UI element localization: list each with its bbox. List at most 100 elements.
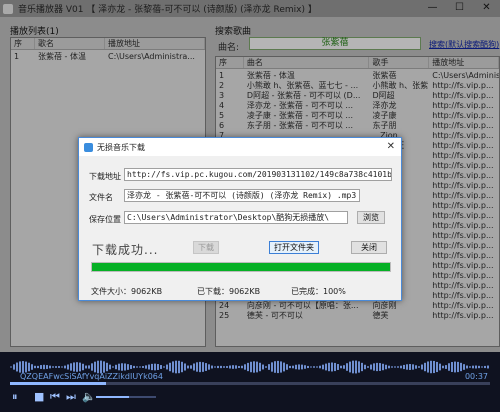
search-result-cell: 2 (219, 81, 225, 90)
waveform-bar (427, 361, 429, 373)
download-button[interactable]: 下载 (193, 241, 219, 254)
waveform-bar (211, 365, 213, 369)
search-result-row[interactable]: 5 凌子康 - 张紫蓓 - 可不可以 ... 凌子康 http://fs.vip.p.… (216, 111, 499, 121)
volume-slider[interactable] (96, 396, 156, 398)
search-result-cell: 凌子康 - 张紫蓓 - 可不可以 ... (246, 111, 354, 120)
search-result-cell: http://fs.vip.p... (432, 281, 494, 290)
waveform-bar (451, 362, 453, 372)
playlist-cell: C:\Users\Administra... (108, 52, 195, 61)
search-col-index[interactable]: 序 (216, 57, 244, 68)
playlist-cell: 张紫蓓 - 体温 (38, 52, 86, 61)
waveform-bar (91, 363, 93, 371)
playlist-col-index[interactable]: 序 (11, 38, 35, 49)
maximize-button[interactable]: ☐ (446, 0, 473, 17)
search-result-row[interactable]: 1 张紫蓓 - 体温 张紫蓓 C:\Users\Administra... (216, 71, 499, 81)
stop-icon[interactable]: ■ (34, 390, 44, 403)
search-result-row[interactable]: 4 泽亦龙 - 张紫蓓 - 可不可以 ... 泽亦龙 http://fs.vip.p.… (216, 101, 499, 111)
waveform-bar (217, 365, 219, 369)
search-result-cell: 小熊敢 h、张紫蓓、蓝七七 - ... (246, 81, 359, 90)
waveform-bar (268, 364, 270, 370)
filename-field[interactable]: 泽亦龙 - 张紫蓓-可不可以 (诗颜版) (泽亦龙 Remix) .mp3 (124, 189, 360, 202)
waveform-bar (256, 361, 258, 373)
seek-bar[interactable] (10, 382, 490, 385)
waveform-bar (475, 365, 477, 369)
close-button[interactable]: ✕ (473, 0, 500, 17)
waveform-bar (94, 361, 96, 373)
waveform-bar (169, 362, 171, 372)
minimize-button[interactable]: — (419, 0, 446, 17)
browse-button[interactable]: 浏览 (357, 211, 385, 224)
waveform-bar (280, 361, 282, 373)
waveform-bar (457, 361, 459, 373)
waveform-bar (178, 360, 180, 374)
waveform-bar (382, 363, 384, 371)
waveform-bar (481, 366, 483, 368)
search-result-cell: http://fs.vip.p... (432, 231, 494, 240)
save-location-label: 保存位置 (89, 215, 121, 224)
track-time: 00:37 (464, 372, 488, 381)
waveform-bar (115, 364, 117, 370)
waveform-bar (424, 362, 426, 372)
waveform-bar (193, 363, 195, 371)
search-col-url[interactable]: 播放地址 (429, 57, 499, 68)
search-result-row[interactable]: 3 D阿超 - 张紫蓓 - 可不可以 (D... D阿超 http://fs.vip.… (216, 91, 499, 101)
search-result-cell: 东子朋 - 张紫蓓 - 可不可以 ... (246, 121, 354, 130)
app-icon (3, 3, 13, 14)
url-field[interactable]: http://fs.vip.pc.kugou.com/201903131102/… (124, 168, 392, 181)
waveform-bar (202, 362, 204, 372)
waveform-bar (307, 365, 309, 369)
search-result-row[interactable]: 24 向彦刚 - 可不可以【原唱：张... 向彦刚 http://fs.vip.p..… (216, 301, 499, 311)
waveform-bar (130, 365, 132, 369)
search-result-row[interactable]: 2 小熊敢 h、张紫蓓、蓝七七 - ... 小熊敢 h、张紫...http://fs… (216, 81, 499, 91)
waveform-bar (85, 365, 87, 369)
save-location-field[interactable]: C:\Users\Administrator\Desktop\酷狗无损播放\ (124, 211, 348, 224)
search-col-artist[interactable]: 歌手 (369, 57, 430, 68)
waveform-bar (439, 363, 441, 371)
waveform-bar (70, 363, 72, 371)
playlist-col-url[interactable]: 播放地址 (105, 38, 205, 49)
waveform-bar (463, 364, 465, 370)
waveform-bar (28, 362, 30, 372)
waveform-bar (103, 361, 105, 373)
previous-icon[interactable]: ⏮ (50, 390, 60, 404)
volume-icon[interactable]: 🔈 (82, 390, 96, 403)
waveform-bar (124, 363, 126, 371)
play-pause-icon[interactable]: ⏸ (12, 390, 18, 404)
search-input[interactable]: 张紫蓓 (249, 37, 421, 50)
waveform-bar (151, 363, 153, 371)
waveform-bar (82, 363, 84, 371)
search-result-cell: 6 (219, 121, 225, 130)
waveform-bar (274, 361, 276, 373)
waveform-bar (73, 362, 75, 372)
download-icon (84, 142, 93, 152)
waveform-bar (328, 362, 330, 372)
waveform-bar (154, 363, 156, 371)
search-result-cell: http://fs.vip.p... (432, 111, 494, 120)
waveform-bar (241, 365, 243, 369)
playlist-cell: 1 (14, 52, 20, 61)
search-result-cell: http://fs.vip.p... (432, 271, 494, 280)
search-result-cell: http://fs.vip.p... (432, 291, 494, 300)
playlist-label: 播放列表(1) (10, 27, 59, 37)
waveform-bar (49, 365, 51, 369)
search-result-cell: C:\Users\Administra... (432, 71, 499, 80)
next-icon[interactable]: ⏭ (66, 390, 76, 404)
waveform-bar (88, 365, 90, 369)
search-result-row[interactable]: 6 东子朋 - 张紫蓓 - 可不可以 ... 东子朋 http://fs.vip.p.… (216, 121, 499, 131)
search-link[interactable]: 搜索(默认搜索酷狗) (429, 39, 500, 50)
search-col-name[interactable]: 曲名 (244, 57, 370, 68)
search-result-cell: http://fs.vip.p... (432, 201, 494, 210)
waveform-bar (394, 366, 396, 368)
search-result-row[interactable]: 25 德芙 - 可不可以 德芙 http://fs.vip.p... (216, 311, 499, 321)
waveform-bar (388, 365, 390, 369)
playlist-header: 序 歌名 播放地址 (11, 38, 205, 50)
playlist-col-name[interactable]: 歌名 (35, 38, 105, 49)
downloaded-text: 已下载：9062KB (197, 287, 261, 296)
open-folder-button[interactable]: 打开文件夹 (269, 241, 319, 254)
waveform-bar (157, 364, 159, 370)
waveform-bar (442, 365, 444, 369)
dialog-close-button[interactable]: 关闭 (351, 241, 387, 254)
waveform-bar (238, 366, 240, 368)
dialog-close-icon[interactable]: ✕ (387, 141, 395, 152)
playlist-row[interactable]: 1 张紫蓓 - 体温 C:\Users\Administra... (11, 52, 205, 62)
